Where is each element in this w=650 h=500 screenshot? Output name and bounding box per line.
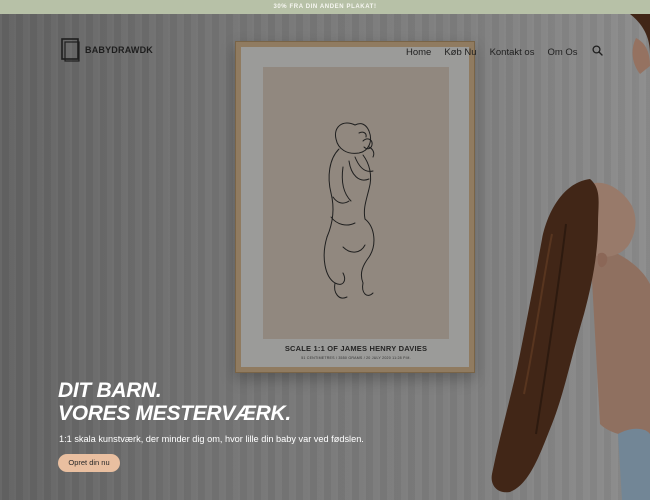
logo-text: BABYDRAWDK [85,45,153,55]
hero-banner: SCALE 1:1 OF JAMES HENRY DAVIES 51 CENTI… [0,14,650,500]
nav-about[interactable]: Om Os [547,47,577,58]
logo-frame-icon [61,38,80,62]
nav-home[interactable]: Home [406,47,431,58]
hero-headline: DIT BARN. VORES MESTERVÆRK. [58,379,291,425]
nav-contact[interactable]: Kontakt os [490,47,535,58]
announcement-text: 30% FRA DIN ANDEN PLAKAT! [273,4,377,10]
search-icon[interactable] [591,43,603,61]
announcement-bar: 30% FRA DIN ANDEN PLAKAT! [0,0,650,14]
headline-line-1: DIT BARN. [58,379,162,402]
headline-line-2: VORES MESTERVÆRK. [58,402,291,425]
hero-dark-overlay [0,14,650,500]
nav-buy-now[interactable]: Køb Nu [444,47,476,58]
create-now-button[interactable]: Opret din nu [58,454,120,472]
main-nav: Home Køb Nu Kontakt os Om Os [406,43,603,61]
hero-subtext: 1:1 skala kunstværk, der minder dig om, … [59,434,364,444]
site-logo[interactable]: BABYDRAWDK [61,38,153,62]
